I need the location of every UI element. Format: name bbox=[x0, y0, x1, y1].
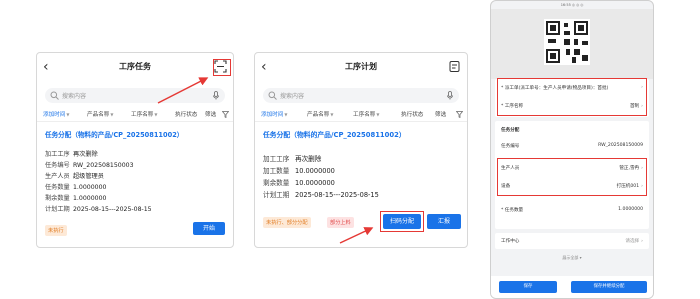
task-no-row: 任务编号 RW_202508150009 bbox=[501, 143, 643, 149]
process-name-select[interactable]: * 工序名称 首制 › bbox=[501, 103, 643, 109]
search-icon bbox=[268, 91, 277, 100]
field-schedule: 计划工期 2025-08-15---2025-08-15 bbox=[45, 206, 152, 213]
search-icon bbox=[50, 91, 59, 100]
scan-preview bbox=[491, 9, 653, 79]
search-placeholder: 搜索内容 bbox=[62, 93, 87, 100]
filter-add-time[interactable]: 添加时间▼ bbox=[43, 110, 69, 118]
save-button[interactable]: 保存 bbox=[499, 281, 557, 293]
status-bar: 16:55 ◎ ◎ ◎ bbox=[560, 3, 584, 7]
device-select[interactable]: 设备 打压机001 › bbox=[501, 183, 643, 189]
task-plan-screen: ‹ 工序计划 搜索内容 添加时间▼ 产品名称▼ 工序名称▼ 执行状态 筛选 任务… bbox=[254, 52, 468, 248]
search-input[interactable]: 搜索内容 bbox=[263, 88, 459, 103]
quantity-field[interactable]: * 任务数量 1.0000000 bbox=[501, 207, 643, 213]
save-continue-button[interactable]: 保存并继续分配 bbox=[571, 281, 647, 293]
staff-select[interactable]: 生产人员 管正,雪冉 › bbox=[501, 165, 643, 171]
field-remaining: 剩余数量 10.0000000 bbox=[263, 179, 335, 187]
navbar: ‹ 工序任务 bbox=[37, 53, 233, 83]
filter-button[interactable]: 筛选 bbox=[205, 110, 216, 118]
filter-button[interactable]: 筛选 bbox=[435, 110, 446, 118]
microphone-icon[interactable] bbox=[213, 91, 219, 100]
filter-bar: 添加时间▼ 产品名称▼ 工序名称▼ 执行状态 筛选 bbox=[37, 108, 233, 122]
work-order-section: * 派工单(派工单号：生产人员申请(物品项目)：首批) › * 工序名称 首制 › bbox=[495, 79, 649, 117]
status-badge: 未执行 bbox=[45, 225, 67, 236]
task-list-screen: ‹ 工序任务 搜索内容 添加时间▼ 产品名称▼ 工序名称▼ 执行状态 筛选 任务… bbox=[36, 52, 234, 248]
assign-form-screen: 16:55 ◎ ◎ ◎ * 派工单(派工单号：生产人员申请(物品项目)：首批) ›… bbox=[490, 0, 654, 299]
field-process: 加工工序 再次删除 bbox=[45, 151, 98, 158]
filter-add-time[interactable]: 添加时间▼ bbox=[261, 110, 287, 118]
field-schedule: 计划工期 2025-08-15---2025-08-15 bbox=[263, 191, 379, 199]
scan-assign-button[interactable]: 扫码分配 bbox=[383, 214, 421, 229]
section-title: 任务分配 bbox=[501, 128, 520, 133]
footer-bar: 保存 保存并继续分配 bbox=[491, 276, 653, 298]
filter-status[interactable]: 执行状态 bbox=[175, 110, 197, 118]
microphone-icon[interactable] bbox=[447, 91, 453, 100]
work-order-select[interactable]: * 派工单(派工单号：生产人员申请(物品项目)：首批) › bbox=[501, 85, 643, 91]
field-remaining: 剩余数量 1.0000000 bbox=[45, 195, 107, 202]
filter-process-name[interactable]: 工序名称▼ bbox=[131, 110, 157, 118]
status-badge: 未执行、部分分配 bbox=[263, 217, 311, 228]
field-process: 加工工序 再次删除 bbox=[263, 155, 322, 163]
filter-status[interactable]: 执行状态 bbox=[401, 110, 423, 118]
scan-icon[interactable] bbox=[214, 60, 227, 73]
filter-bar: 添加时间▼ 产品名称▼ 工序名称▼ 执行状态 筛选 bbox=[255, 108, 467, 122]
field-staff: 生产人员 超级管理员 bbox=[45, 173, 104, 180]
task-card-title[interactable]: 任务分配（物料的产品/CP_20250811002） bbox=[263, 129, 406, 139]
navbar: ‹ 工序计划 bbox=[255, 53, 467, 83]
show-all-toggle[interactable]: 展示全部 ▾ bbox=[491, 255, 653, 261]
qr-code-icon bbox=[544, 19, 590, 65]
page-title: 工序计划 bbox=[345, 62, 377, 71]
page-title: 工序任务 bbox=[119, 62, 151, 71]
report-button[interactable]: 汇报 bbox=[427, 214, 461, 229]
search-input[interactable]: 搜索内容 bbox=[45, 88, 225, 103]
filter-icon[interactable] bbox=[456, 111, 463, 118]
filter-product-name[interactable]: 产品名称▼ bbox=[307, 110, 333, 118]
work-center-select[interactable]: 工作中心 请选择 › bbox=[501, 238, 643, 244]
status-badge-loading: 部分上料 bbox=[327, 217, 354, 228]
report-icon[interactable] bbox=[448, 60, 461, 73]
field-quantity: 任务数量 1.0000000 bbox=[45, 184, 107, 191]
filter-process-name[interactable]: 工序名称▼ bbox=[353, 110, 379, 118]
task-assign-section: 任务分配 任务编号 RW_202508150009 生产人员 管正,雪冉 › 设备 打压… bbox=[495, 121, 649, 229]
task-card-title[interactable]: 任务分配（物料的产品/CP_20250811002） bbox=[45, 129, 183, 139]
field-task-no: 任务编号 RW_202508150003 bbox=[45, 162, 134, 169]
search-placeholder: 搜索内容 bbox=[280, 93, 305, 100]
field-quantity: 加工数量 10.0000000 bbox=[263, 167, 335, 175]
work-center-section: 工作中心 请选择 › bbox=[495, 233, 649, 249]
filter-product-name[interactable]: 产品名称▼ bbox=[87, 110, 113, 118]
filter-icon[interactable] bbox=[222, 111, 229, 118]
start-button[interactable]: 开始 bbox=[193, 222, 225, 235]
